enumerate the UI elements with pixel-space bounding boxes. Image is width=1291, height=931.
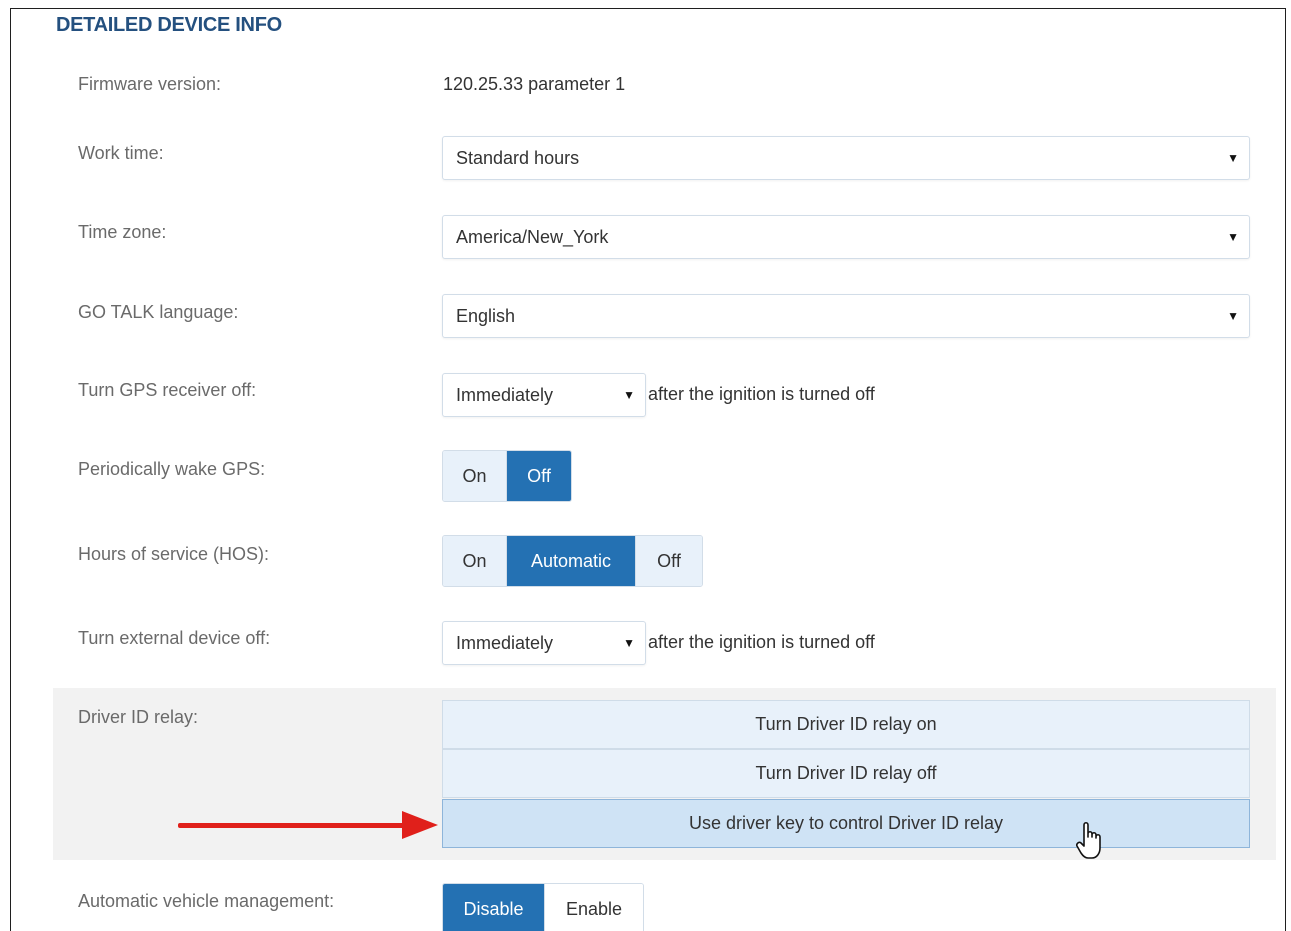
relay-off-option[interactable]: Turn Driver ID relay off — [442, 749, 1250, 798]
relay-on-option[interactable]: Turn Driver ID relay on — [442, 700, 1250, 749]
wake-gps-toggle: On Off — [442, 450, 572, 502]
firmware-value: 120.25.33 parameter 1 — [443, 74, 626, 94]
red-arrow-head-icon — [402, 811, 438, 839]
hos-off-button[interactable]: Off — [636, 536, 702, 586]
hos-on-button[interactable]: On — [443, 536, 507, 586]
go-talk-value: English — [456, 305, 516, 326]
firmware-label: Firmware version: — [78, 74, 222, 94]
caret-down-icon: ▼ — [623, 388, 635, 402]
avm-enable-button[interactable]: Enable — [545, 884, 643, 931]
time-zone-value: America/New_York — [456, 226, 609, 247]
ext-off-suffix: after the ignition is turned off — [648, 632, 875, 652]
relay-driver-key-option[interactable]: Use driver key to control Driver ID rela… — [442, 799, 1250, 848]
work-time-label: Work time: — [78, 143, 164, 163]
avm-label: Automatic vehicle management: — [78, 891, 335, 911]
hos-label: Hours of service (HOS): — [78, 544, 270, 564]
gps-off-select[interactable]: Immediately ▼ — [442, 373, 646, 417]
hand-pointer-icon — [1076, 821, 1101, 859]
gps-off-suffix: after the ignition is turned off — [648, 384, 875, 404]
ext-off-value: Immediately — [456, 632, 554, 653]
ext-off-label: Turn external device off: — [78, 628, 271, 648]
hos-automatic-button[interactable]: Automatic — [507, 536, 636, 586]
time-zone-label: Time zone: — [78, 222, 167, 242]
work-time-value: Standard hours — [456, 147, 580, 168]
section-title: DETAILED DEVICE INFO — [56, 14, 282, 36]
time-zone-select[interactable]: America/New_York ▼ — [442, 215, 1250, 259]
caret-down-icon: ▼ — [1227, 151, 1239, 165]
work-time-select[interactable]: Standard hours ▼ — [442, 136, 1250, 180]
wake-gps-label: Periodically wake GPS: — [78, 459, 266, 479]
relay-label: Driver ID relay: — [78, 707, 199, 727]
go-talk-select[interactable]: English ▼ — [442, 294, 1250, 338]
gps-off-value: Immediately — [456, 384, 554, 405]
caret-down-icon: ▼ — [623, 636, 635, 650]
wake-gps-off-button[interactable]: Off — [507, 451, 571, 501]
caret-down-icon: ▼ — [1227, 309, 1239, 323]
hos-toggle: On Automatic Off — [442, 535, 703, 587]
gps-off-label: Turn GPS receiver off: — [78, 380, 257, 400]
caret-down-icon: ▼ — [1227, 230, 1239, 244]
wake-gps-on-button[interactable]: On — [443, 451, 507, 501]
ext-off-select[interactable]: Immediately ▼ — [442, 621, 646, 665]
red-arrow-icon — [178, 823, 406, 828]
avm-disable-button[interactable]: Disable — [443, 884, 545, 931]
go-talk-label: GO TALK language: — [78, 302, 239, 322]
avm-toggle: Disable Enable — [442, 883, 644, 931]
